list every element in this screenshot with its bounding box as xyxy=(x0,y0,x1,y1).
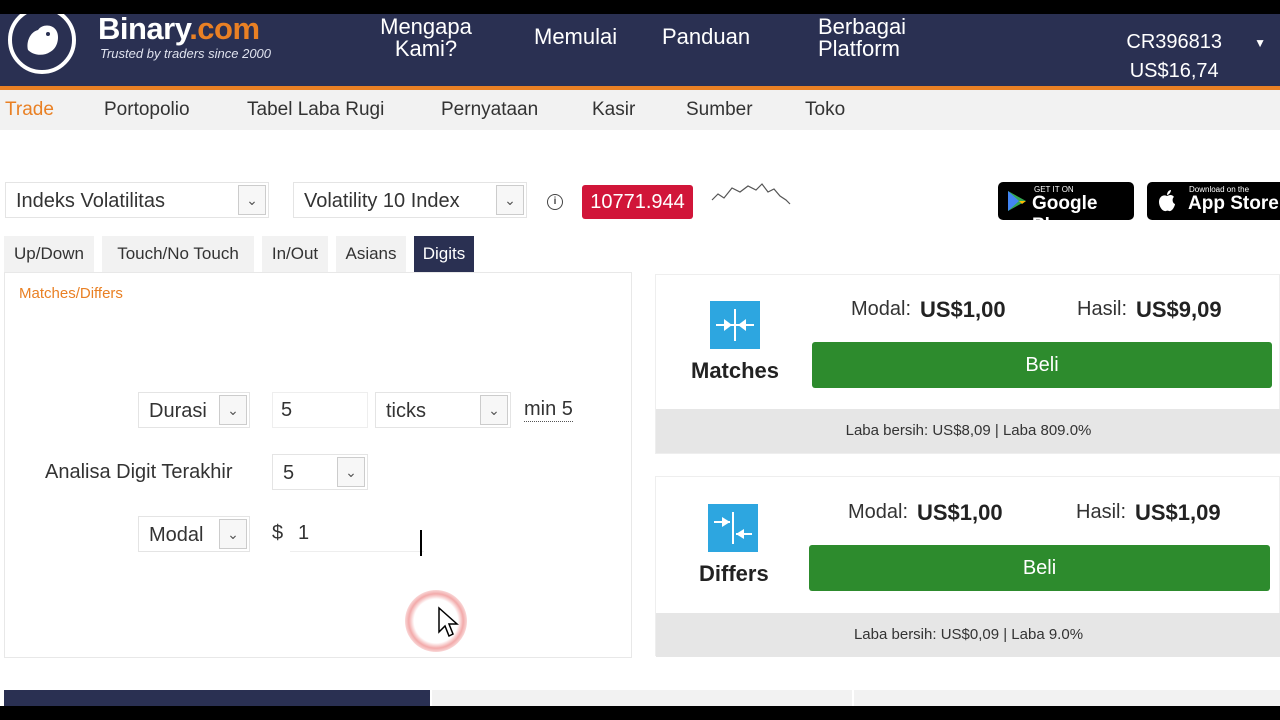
tab-asians[interactable]: Asians xyxy=(336,236,406,272)
bottom-tab-2[interactable] xyxy=(432,690,852,706)
contract-title: Differs xyxy=(699,561,769,586)
amount-input[interactable]: 1 xyxy=(290,516,424,552)
subnav-shop[interactable]: Toko xyxy=(805,99,845,121)
chevron-down-icon: ⌄ xyxy=(337,457,365,487)
info-icon[interactable]: i xyxy=(547,194,563,210)
subnav-profit-table[interactable]: Tabel Laba Rugi xyxy=(247,99,384,121)
secondary-nav: Trade Portopolio Tabel Laba Rugi Pernyat… xyxy=(0,90,1280,130)
app-store-button[interactable]: Download on the App Store xyxy=(1147,182,1280,220)
stake-label: Modal: xyxy=(848,501,909,523)
last-digit-label: Analisa Digit Terakhir xyxy=(45,461,233,483)
apple-icon xyxy=(1159,190,1175,212)
sparkline-icon xyxy=(711,183,791,205)
last-digit-select[interactable]: 5 ⌄ xyxy=(272,454,368,490)
duration-type-select[interactable]: Durasi ⌄ xyxy=(138,392,250,428)
stake-value: US$1,00 xyxy=(920,297,1006,322)
contract-title: Matches xyxy=(691,358,780,383)
bottom-tab-3[interactable] xyxy=(854,690,1280,706)
account-id: CR396813 xyxy=(1126,31,1222,53)
matches-profit-info: Laba bersih: US$8,09 | Laba 809.0% xyxy=(656,409,1280,453)
payout-label: Hasil: xyxy=(1076,501,1127,523)
tab-digits[interactable]: Digits xyxy=(414,236,474,272)
subnav-resources[interactable]: Sumber xyxy=(686,99,753,121)
duration-min-hint: min 5 xyxy=(524,398,573,422)
header-bar: Binary.com Trusted by traders since 2000… xyxy=(0,14,1280,90)
tab-up-down[interactable]: Up/Down xyxy=(4,236,94,272)
nav-guide[interactable]: Panduan xyxy=(662,26,750,48)
subnav-cashier[interactable]: Kasir xyxy=(592,99,635,121)
spot-price: 10771.944 xyxy=(582,185,693,219)
differs-profit-info: Laba bersih: US$0,09 | Laba 9.0% xyxy=(656,613,1280,657)
duration-unit-select[interactable]: ticks ⌄ xyxy=(375,392,511,428)
chevron-down-icon: ⌄ xyxy=(238,185,266,215)
market-category-select[interactable]: Indeks Volatilitas ⌄ xyxy=(5,182,269,218)
subnav-statement[interactable]: Pernyataan xyxy=(441,99,538,121)
chevron-down-icon: ⌄ xyxy=(219,519,247,549)
brand-tagline: Trusted by traders since 2000 xyxy=(100,46,272,61)
account-dropdown-icon[interactable]: ▼ xyxy=(1254,36,1266,50)
google-play-icon xyxy=(1008,191,1026,211)
matches-contract-card: Matches Modal: US$1,00 Hasil: US$9,09 Be… xyxy=(655,274,1280,454)
binary-logo-icon[interactable] xyxy=(8,14,76,74)
stake-label: Modal: xyxy=(851,298,912,320)
duration-input[interactable]: 5 xyxy=(272,392,368,428)
nav-platforms[interactable]: Berbagai Platform xyxy=(818,16,918,60)
stake-value: US$1,00 xyxy=(917,500,1003,525)
payout-value: US$9,09 xyxy=(1136,297,1222,322)
chevron-down-icon: ⌄ xyxy=(496,185,524,215)
subnav-portfolio[interactable]: Portopolio xyxy=(104,99,190,121)
underlying-select[interactable]: Volatility 10 Index ⌄ xyxy=(293,182,527,218)
account-balance: US$16,74 xyxy=(1129,60,1219,82)
google-play-button[interactable]: GET IT ON Google Play xyxy=(998,182,1134,236)
differs-contract-card: Differs Modal: US$1,00 Hasil: US$1,09 Be… xyxy=(655,476,1280,657)
currency-symbol: $ xyxy=(272,522,284,544)
brand-name[interactable]: Binary.com xyxy=(98,14,260,44)
bottom-tab-1[interactable] xyxy=(4,690,430,706)
contract-subtype[interactable]: Matches/Differs xyxy=(19,285,123,302)
tab-touch-no-touch[interactable]: Touch/No Touch xyxy=(102,236,254,272)
matches-icon xyxy=(710,301,760,349)
subnav-trade[interactable]: Trade xyxy=(5,99,54,121)
text-cursor xyxy=(420,530,422,556)
chevron-down-icon: ⌄ xyxy=(480,395,508,425)
differs-icon xyxy=(708,504,758,552)
buy-differs-button[interactable]: Beli xyxy=(809,545,1270,591)
account-menu[interactable]: CR396813 US$16,74 xyxy=(1126,28,1222,86)
chevron-down-icon: ⌄ xyxy=(219,395,247,425)
nav-why-us[interactable]: Mengapa Kami? xyxy=(372,16,480,60)
payout-value: US$1,09 xyxy=(1135,500,1221,525)
amount-type-select[interactable]: Modal ⌄ xyxy=(138,516,250,552)
tab-in-out[interactable]: In/Out xyxy=(262,236,328,272)
mouse-pointer-icon xyxy=(438,606,459,638)
trading-page: Binary.com Trusted by traders since 2000… xyxy=(0,14,1280,706)
buy-matches-button[interactable]: Beli xyxy=(812,342,1272,388)
payout-label: Hasil: xyxy=(1077,298,1128,320)
nav-get-started[interactable]: Memulai xyxy=(534,26,617,48)
